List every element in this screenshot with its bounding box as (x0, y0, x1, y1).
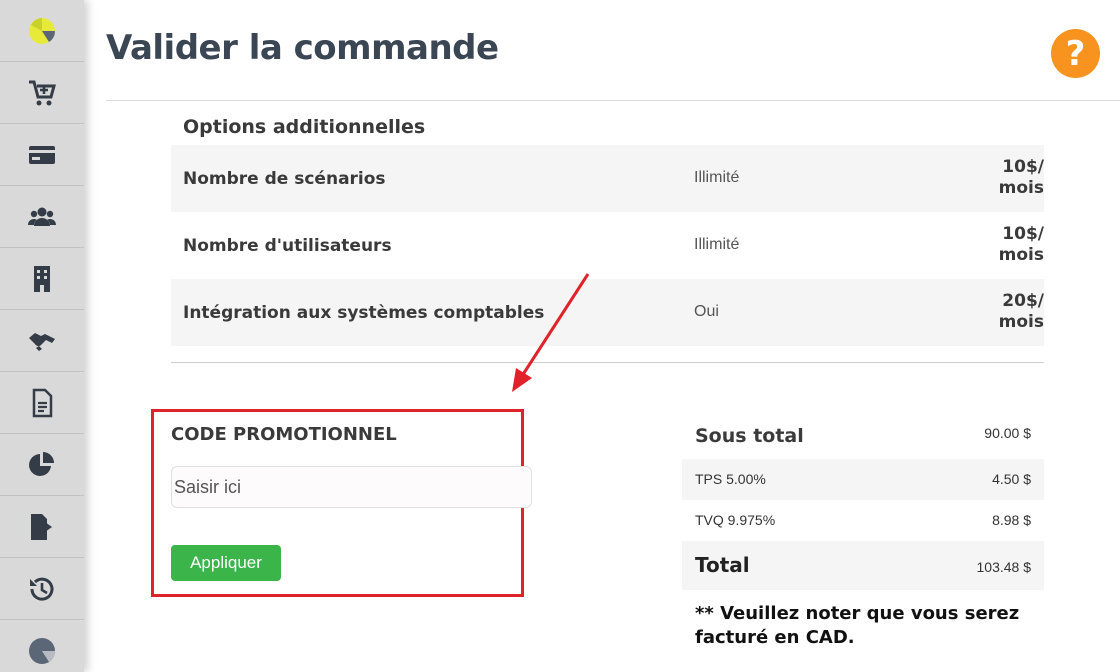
logo-icon (29, 17, 56, 44)
options-divider (171, 362, 1044, 363)
options-title: Options additionnelles (183, 116, 426, 138)
annotation-arrow (512, 273, 590, 392)
option-price: 10$/mois (998, 157, 1044, 198)
option-row: Nombre de scénarios Illimité 10$/mois (171, 145, 1044, 212)
total-label: Total (695, 553, 750, 577)
sidebar-item-history[interactable] (0, 558, 84, 620)
history-icon (30, 577, 54, 601)
users-icon (28, 207, 56, 226)
building-icon (34, 265, 50, 292)
tps-row: TPS 5.00% 4.50 $ (682, 459, 1044, 500)
sidebar-item-cart[interactable] (0, 62, 84, 124)
promo-code-input[interactable] (171, 466, 532, 508)
sidebar-item-documents[interactable] (0, 372, 84, 434)
apply-button[interactable]: Appliquer (171, 545, 281, 581)
pie-chart-icon (29, 451, 54, 476)
option-value: Illimité (694, 236, 740, 253)
subtotal-value: 90.00 $ (984, 425, 1031, 441)
sidebar-item-billing[interactable] (0, 124, 84, 186)
cart-add-icon (29, 80, 56, 105)
sidebar-item-partners[interactable] (0, 310, 84, 372)
sidebar-logo-bottom[interactable] (0, 620, 84, 672)
header-divider (106, 100, 1120, 101)
tvq-label: TVQ 9.975% (695, 512, 776, 528)
sidebar-logo[interactable] (0, 0, 84, 62)
sidebar-item-export[interactable] (0, 496, 84, 558)
option-name: Intégration aux systèmes comptables (183, 303, 545, 323)
total-value: 103.48 $ (976, 559, 1032, 575)
logo-gray-icon (29, 638, 56, 664)
option-name: Nombre de scénarios (183, 169, 386, 189)
sidebar-item-reports[interactable] (0, 434, 84, 496)
tps-label: TPS 5.00% (695, 471, 766, 487)
option-name: Nombre d'utilisateurs (183, 236, 392, 256)
document-icon (32, 388, 53, 417)
help-button[interactable]: ? (1051, 29, 1100, 78)
option-row: Nombre d'utilisateurs Illimité 10$/mois (171, 212, 1044, 279)
total-row: Total 103.48 $ (682, 541, 1044, 590)
promo-title: CODE PROMOTIONNEL (171, 424, 397, 445)
option-row: Intégration aux systèmes comptables Oui … (171, 279, 1044, 346)
sidebar-item-users[interactable] (0, 186, 84, 248)
page-title: Valider la commande (106, 28, 499, 68)
tps-value: 4.50 $ (992, 471, 1031, 487)
tvq-value: 8.98 $ (992, 512, 1031, 528)
sidebar-item-company[interactable] (0, 248, 84, 310)
option-price: 10$/mois (998, 224, 1044, 265)
tvq-row: TVQ 9.975% 8.98 $ (682, 500, 1044, 541)
sidebar (0, 0, 84, 672)
credit-card-icon (29, 145, 55, 164)
currency-note: ** Veuillez noter que vous serez facturé… (695, 603, 1020, 648)
question-icon: ? (1065, 33, 1086, 74)
file-export-icon (31, 513, 52, 540)
subtotal-label: Sous total (695, 425, 804, 447)
subtotal-row: Sous total 90.00 $ (682, 413, 1044, 454)
handshake-icon (29, 332, 55, 351)
option-value: Oui (694, 303, 719, 320)
option-price: 20$/mois (998, 291, 1044, 332)
option-value: Illimité (694, 169, 740, 186)
